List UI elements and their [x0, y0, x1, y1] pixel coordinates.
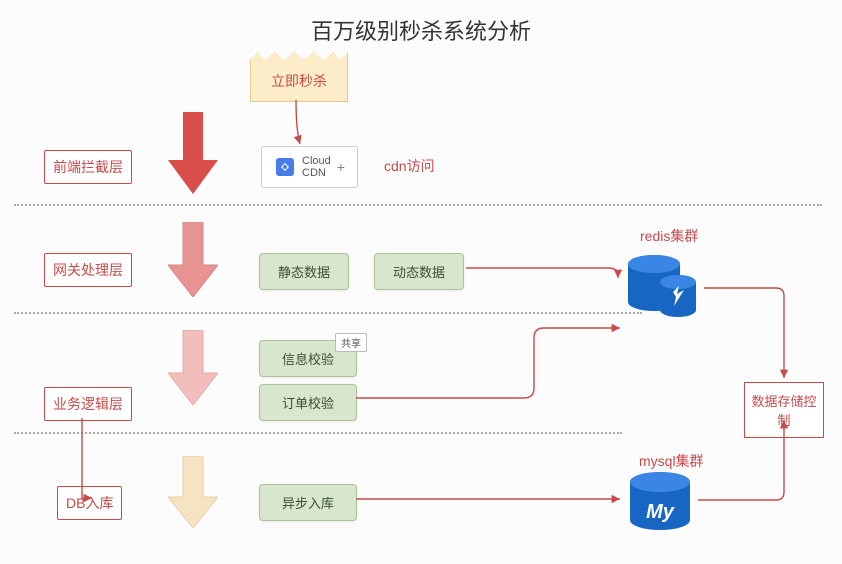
connectors: [0, 0, 842, 564]
